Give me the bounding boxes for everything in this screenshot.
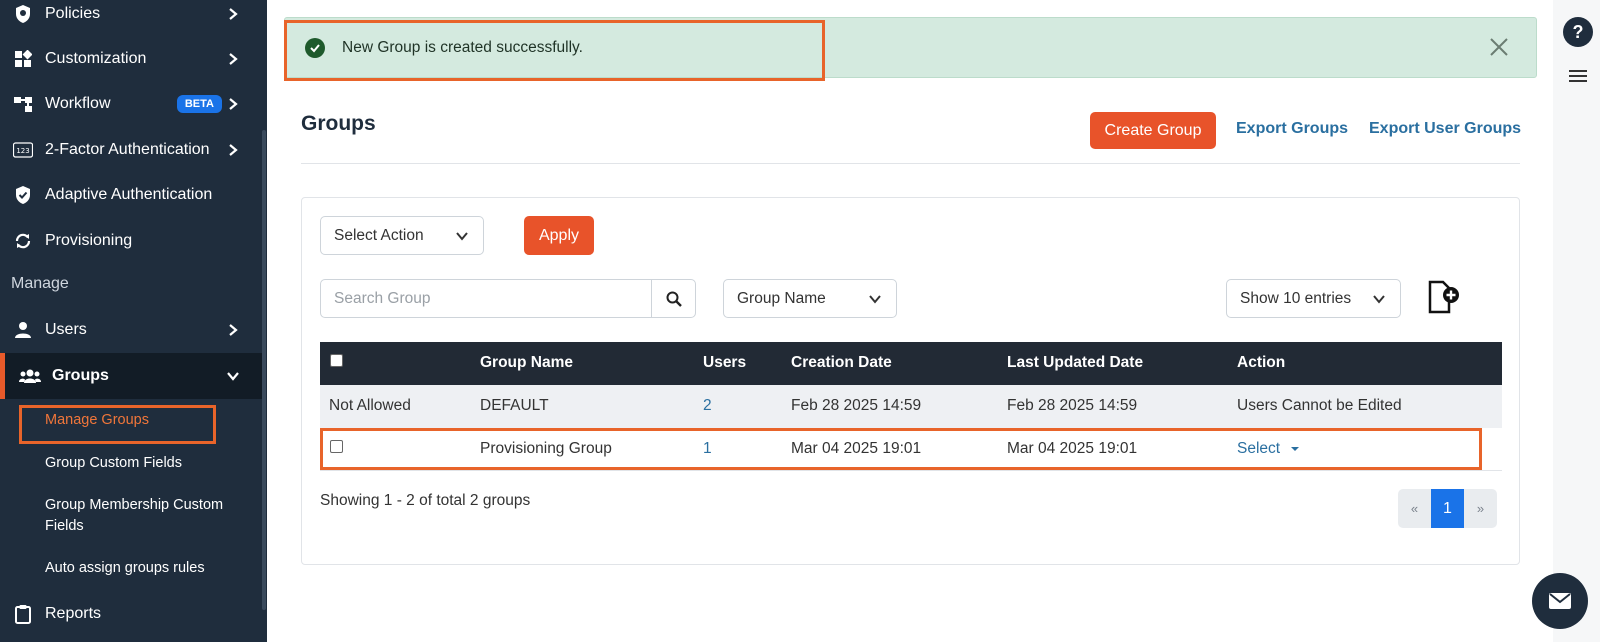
group-name-cell: DEFAULT	[480, 397, 549, 414]
column-header-users[interactable]: Users	[703, 354, 746, 372]
sidebar-item-label: Reports	[45, 605, 102, 622]
sidebar-item-users[interactable]: Users	[0, 308, 262, 352]
header-divider	[301, 163, 1520, 164]
sidebar-item-2fa[interactable]: 123 2-Factor Authentication	[0, 128, 262, 172]
sidebar-section-manage: Manage	[11, 275, 69, 292]
chevron-right-icon	[229, 144, 238, 156]
sidebar-item-label: Provisioning	[45, 232, 133, 249]
sidebar-scrollbar[interactable]	[262, 130, 266, 610]
sync-icon	[12, 230, 34, 252]
shield-check-icon	[12, 184, 34, 206]
pager-page-1[interactable]: 1	[1431, 489, 1464, 528]
sidebar-subitem-group-membership-custom-fields[interactable]: Group Membership Custom Fields	[45, 495, 255, 537]
entries-dropdown[interactable]: Show 10 entries	[1226, 279, 1401, 318]
sidebar-item-label: Users	[45, 321, 87, 338]
table-row: Not Allowed DEFAULT 2 Feb 28 2025 14:59 …	[320, 385, 1502, 428]
create-group-button[interactable]: Create Group	[1090, 112, 1216, 149]
sidebar-item-label: 2-Factor Authentication	[45, 141, 210, 158]
hamburger-menu-icon[interactable]	[1569, 70, 1587, 85]
users-count-link[interactable]: 2	[703, 397, 712, 415]
column-header-action: Action	[1237, 354, 1286, 371]
creation-date-cell: Feb 28 2025 14:59	[791, 397, 922, 414]
sidebar-item-reports[interactable]: Reports	[0, 592, 262, 636]
column-header-last-updated[interactable]: Last Updated Date	[1007, 354, 1143, 372]
sidebar-item-workflow[interactable]: Workflow BETA	[0, 82, 262, 126]
action-cell: Users Cannot be Edited	[1237, 397, 1402, 414]
select-action-value: Select Action	[334, 226, 424, 244]
pager-next[interactable]: »	[1464, 489, 1497, 528]
column-header-creation-date[interactable]: Creation Date	[791, 354, 892, 372]
workflow-icon	[12, 93, 34, 115]
page-title: Groups	[301, 112, 376, 135]
close-icon[interactable]	[1488, 36, 1510, 58]
widgets-icon	[12, 48, 34, 70]
export-groups-link[interactable]: Export Groups	[1236, 120, 1348, 138]
select-all-checkbox[interactable]	[330, 354, 343, 367]
pagination-summary: Showing 1 - 2 of total 2 groups	[320, 492, 531, 509]
chevron-down-icon	[869, 294, 881, 304]
entries-value: Show 10 entries	[1240, 289, 1352, 307]
apply-button[interactable]: Apply	[524, 216, 594, 255]
search-group	[320, 279, 696, 318]
help-button[interactable]: ?	[1563, 17, 1593, 47]
sidebar-item-label: Policies	[45, 5, 101, 22]
sidebar-item-label: Adaptive Authentication	[45, 186, 213, 203]
manage-groups-highlight	[19, 405, 216, 444]
clipboard-icon	[12, 603, 34, 625]
envelope-icon	[1549, 593, 1571, 609]
pagination: « 1 »	[1398, 489, 1497, 528]
shield-search-icon	[12, 3, 34, 25]
sidebar-item-customization[interactable]: Customization	[0, 37, 262, 81]
sidebar-subitem-auto-assign-rules[interactable]: Auto assign groups rules	[45, 558, 255, 579]
last-updated-cell: Feb 28 2025 14:59	[1007, 397, 1138, 414]
chat-button[interactable]	[1532, 573, 1588, 629]
chevron-right-icon	[229, 53, 238, 65]
numeric-123-icon: 123	[12, 139, 34, 161]
beta-badge: BETA	[176, 95, 222, 113]
search-button[interactable]	[651, 280, 695, 317]
sidebar-item-label: Workflow	[45, 95, 111, 112]
sidebar: Policies Customization Workflow BETA 123…	[0, 0, 267, 642]
table-header: Group Name Users Creation Date Last Upda…	[320, 342, 1502, 385]
sidebar-item-groups[interactable]: Groups	[0, 353, 262, 399]
chevron-down-icon	[456, 231, 468, 241]
filter-field-value: Group Name	[737, 289, 826, 307]
export-user-groups-link[interactable]: Export User Groups	[1369, 120, 1521, 138]
user-icon	[12, 319, 34, 341]
select-action-dropdown[interactable]: Select Action	[320, 216, 484, 255]
sidebar-item-label: Customization	[45, 50, 147, 67]
search-input[interactable]	[321, 280, 651, 317]
chevron-down-icon	[227, 372, 239, 381]
users-group-icon	[19, 365, 41, 387]
filter-field-dropdown[interactable]: Group Name	[723, 279, 897, 318]
svg-text:123: 123	[16, 147, 29, 155]
chevron-right-icon	[229, 8, 238, 20]
chevron-right-icon	[229, 324, 238, 336]
chevron-down-icon	[1373, 294, 1385, 304]
sidebar-item-provisioning[interactable]: Provisioning	[0, 219, 262, 263]
search-icon	[666, 291, 682, 307]
sidebar-subitem-group-custom-fields[interactable]: Group Custom Fields	[45, 453, 255, 474]
column-header-group-name[interactable]: Group Name	[480, 354, 573, 372]
pager-prev[interactable]: «	[1398, 489, 1431, 528]
sidebar-item-adaptive-auth[interactable]: Adaptive Authentication	[0, 173, 262, 217]
sidebar-item-label: Groups	[52, 367, 109, 384]
sidebar-item-policies[interactable]: Policies	[0, 0, 262, 36]
right-rail	[1553, 0, 1600, 642]
alert-highlight	[284, 20, 825, 81]
chevron-right-icon	[229, 98, 238, 110]
row-highlight	[320, 428, 1482, 470]
add-file-icon[interactable]	[1427, 279, 1461, 315]
row-select-status: Not Allowed	[329, 397, 411, 414]
